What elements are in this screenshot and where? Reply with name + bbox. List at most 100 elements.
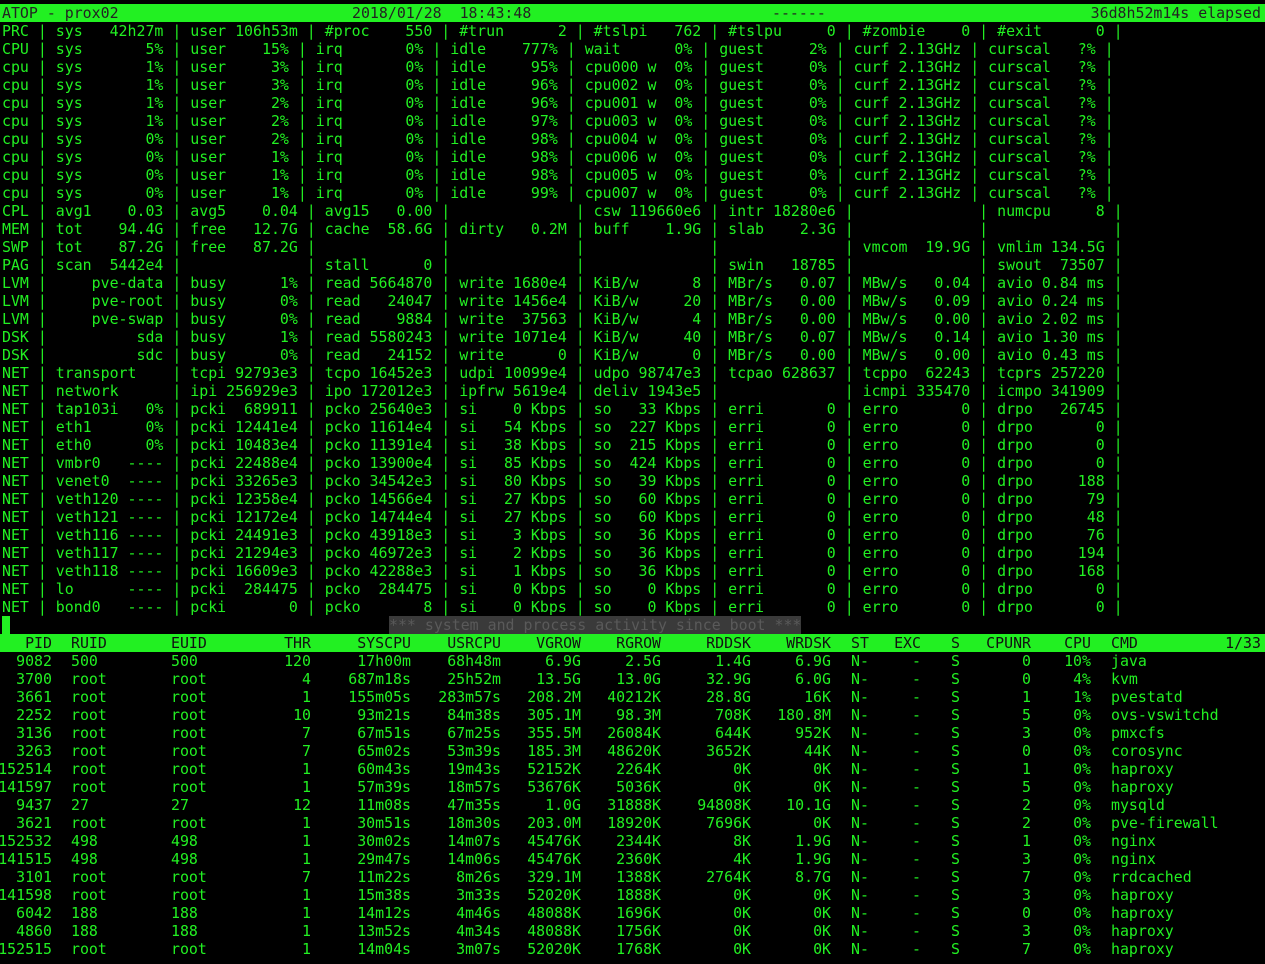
cell-wrdsk: 44K (804, 742, 831, 760)
cell-wrdsk: 952K (795, 724, 831, 742)
cell-thr: 12 (293, 796, 311, 814)
cell-ruid: root (71, 760, 107, 778)
cell-syscpu: 67m51s (357, 724, 411, 742)
cell-euid: root (171, 724, 207, 742)
cell-cpu: 0% (1073, 760, 1091, 778)
cell-ruid: root (71, 778, 107, 796)
process-row[interactable]: 141598 root root 1 15m38s 3m33s 52020K 1888K 0K 0… (0, 886, 1265, 904)
cell-st: N- (851, 670, 869, 688)
cell-usrcpu: 4m46s (456, 904, 501, 922)
process-row[interactable]: 3263 root root 7 65m02s 53m39s 185.3M 48620K 365… (0, 742, 1265, 760)
cell-wrdsk: 6.0G (795, 670, 831, 688)
cell-s: S (951, 724, 960, 742)
cell-cmd: nginx (1111, 850, 1156, 868)
process-row[interactable]: 9437 27 27 12 11m08s 47m35s 1.0G 31888K 94808K 10… (0, 796, 1265, 814)
cell-wrdsk: 1.9G (795, 850, 831, 868)
system-stat-line: SWP | tot 87.2G | free 87.2G | | | | | v… (2, 238, 1123, 256)
cell-rddsk: 28.8G (706, 688, 751, 706)
cell-cpunr: 1 (1022, 832, 1031, 850)
cell-rgrow: 1388K (616, 868, 661, 886)
cell-cpu: 0% (1073, 706, 1091, 724)
cell-vgrow: 52152K (527, 760, 581, 778)
cell-exc: - (912, 904, 921, 922)
cell-usrcpu: 53m39s (447, 742, 501, 760)
cell-euid: root (171, 706, 207, 724)
process-row[interactable]: 152532 498 498 1 30m02s 14m07s 45476K 2344K 8K 1.… (0, 832, 1265, 850)
cell-st: N- (851, 850, 869, 868)
cell-euid: root (171, 760, 207, 778)
cell-rddsk: 3652K (706, 742, 751, 760)
process-row[interactable]: 152515 root root 1 14m04s 3m07s 52020K 1768K 0K 0… (0, 940, 1265, 958)
cell-rddsk: 7696K (706, 814, 751, 832)
cell-s: S (951, 904, 960, 922)
cell-s: S (951, 796, 960, 814)
cell-wrdsk: 0K (813, 814, 831, 832)
cell-syscpu: 57m39s (357, 778, 411, 796)
cell-rgrow: 48620K (607, 742, 661, 760)
cell-st: N- (851, 868, 869, 886)
process-row[interactable]: 3101 root root 7 11m22s 8m26s 329.1M 1388K 2764K… (0, 868, 1265, 886)
cell-s: S (951, 922, 960, 940)
interval-dashes: ------ (772, 4, 826, 22)
cell-cpu: 0% (1073, 724, 1091, 742)
terminal-window[interactable]: ATOP - prox02 2018/01/28 18:43:48 ------… (0, 0, 1265, 964)
cell-euid: 498 (171, 850, 198, 868)
cell-rgrow: 18920K (607, 814, 661, 832)
cell-wrdsk: 8.7G (795, 868, 831, 886)
cell-exc: - (912, 886, 921, 904)
cell-s: S (951, 742, 960, 760)
cell-rddsk: 4K (733, 850, 751, 868)
process-row[interactable]: 3136 root root 7 67m51s 67m25s 355.5M 26084K 644… (0, 724, 1265, 742)
process-row[interactable]: 4860 188 188 1 13m52s 4m34s 48088K 1756K 0K 0K N- -… (0, 922, 1265, 940)
cell-ruid: 500 (71, 652, 98, 670)
process-row[interactable]: 9082 500 500 120 17h00m 68h48m 6.9G 2.5G 1.4G 6.9… (0, 652, 1265, 670)
cell-cpunr: 2 (1022, 796, 1031, 814)
cell-cmd: ovs-vswitchd (1111, 706, 1219, 724)
cell-syscpu: 30m02s (357, 832, 411, 850)
cell-cmd: java (1111, 652, 1147, 670)
cell-vgrow: 45476K (527, 832, 581, 850)
cell-usrcpu: 18m57s (447, 778, 501, 796)
process-row[interactable]: 141515 498 498 1 29m47s 14m06s 45476K 2360K 4K 1.… (0, 850, 1265, 868)
cell-st: N- (851, 832, 869, 850)
cell-wrdsk: 180.8M (777, 706, 831, 724)
process-row[interactable]: 141597 root root 1 57m39s 18m57s 53676K 5036K 0K… (0, 778, 1265, 796)
system-stat-line: NET | veth116 ---- | pcki 24491e3 | pcko… (2, 526, 1123, 544)
cell-cpu: 0% (1073, 922, 1091, 940)
system-stat-line: NET | veth121 ---- | pcki 12172e4 | pcko… (2, 508, 1123, 526)
cell-euid: 27 (171, 796, 189, 814)
cell-usrcpu: 18m30s (447, 814, 501, 832)
system-stat-line: cpu | sys 1% | user 3% | irq 0% | idle 9… (2, 58, 1114, 76)
cell-rddsk: 32.9G (706, 670, 751, 688)
cell-thr: 7 (302, 724, 311, 742)
system-stat-line: NET | veth118 ---- | pcki 16609e3 | pcko… (2, 562, 1123, 580)
process-row[interactable]: 3621 root root 1 30m51s 18m30s 203.0M 18920K 769… (0, 814, 1265, 832)
cell-thr: 1 (302, 850, 311, 868)
cell-cpunr: 2 (1022, 814, 1031, 832)
system-stat-line: PAG | scan 5442e4 | | stall 0 | | | swin… (2, 256, 1123, 274)
cell-wrdsk: 16K (804, 688, 831, 706)
cell-s: S (951, 886, 960, 904)
app-title: ATOP - prox02 (2, 4, 119, 22)
cell-pid: 4860 (16, 922, 52, 940)
process-row[interactable]: 2252 root root 10 93m21s 84m38s 305.1M 98.3M 708… (0, 706, 1265, 724)
cell-ruid: 188 (71, 904, 98, 922)
cell-euid: 188 (171, 922, 198, 940)
process-row[interactable]: 152514 root root 1 60m43s 19m43s 52152K 2264K 0K… (0, 760, 1265, 778)
cell-rgrow: 5036K (616, 778, 661, 796)
process-row[interactable]: 3661 root root 1 155m05s 283m57s 208.2M 40212K 2… (0, 688, 1265, 706)
cell-wrdsk: 0K (813, 904, 831, 922)
cell-pid: 152515 (0, 940, 52, 958)
cell-cmd: nginx (1111, 832, 1156, 850)
process-row[interactable]: 6042 188 188 1 14m12s 4m46s 48088K 1696K 0K 0K N- -… (0, 904, 1265, 922)
cell-rgrow: 1888K (616, 886, 661, 904)
cell-rddsk: 94808K (697, 796, 751, 814)
cell-thr: 10 (293, 706, 311, 724)
cell-usrcpu: 8m26s (456, 868, 501, 886)
cell-thr: 1 (302, 940, 311, 958)
cell-wrdsk: 0K (813, 922, 831, 940)
process-row[interactable]: 3700 root root 4 687m18s 25h52m 13.5G 13.0G 32.9… (0, 670, 1265, 688)
cell-rddsk: 8K (733, 832, 751, 850)
cell-rddsk: 0K (733, 922, 751, 940)
cell-rgrow: 2344K (616, 832, 661, 850)
